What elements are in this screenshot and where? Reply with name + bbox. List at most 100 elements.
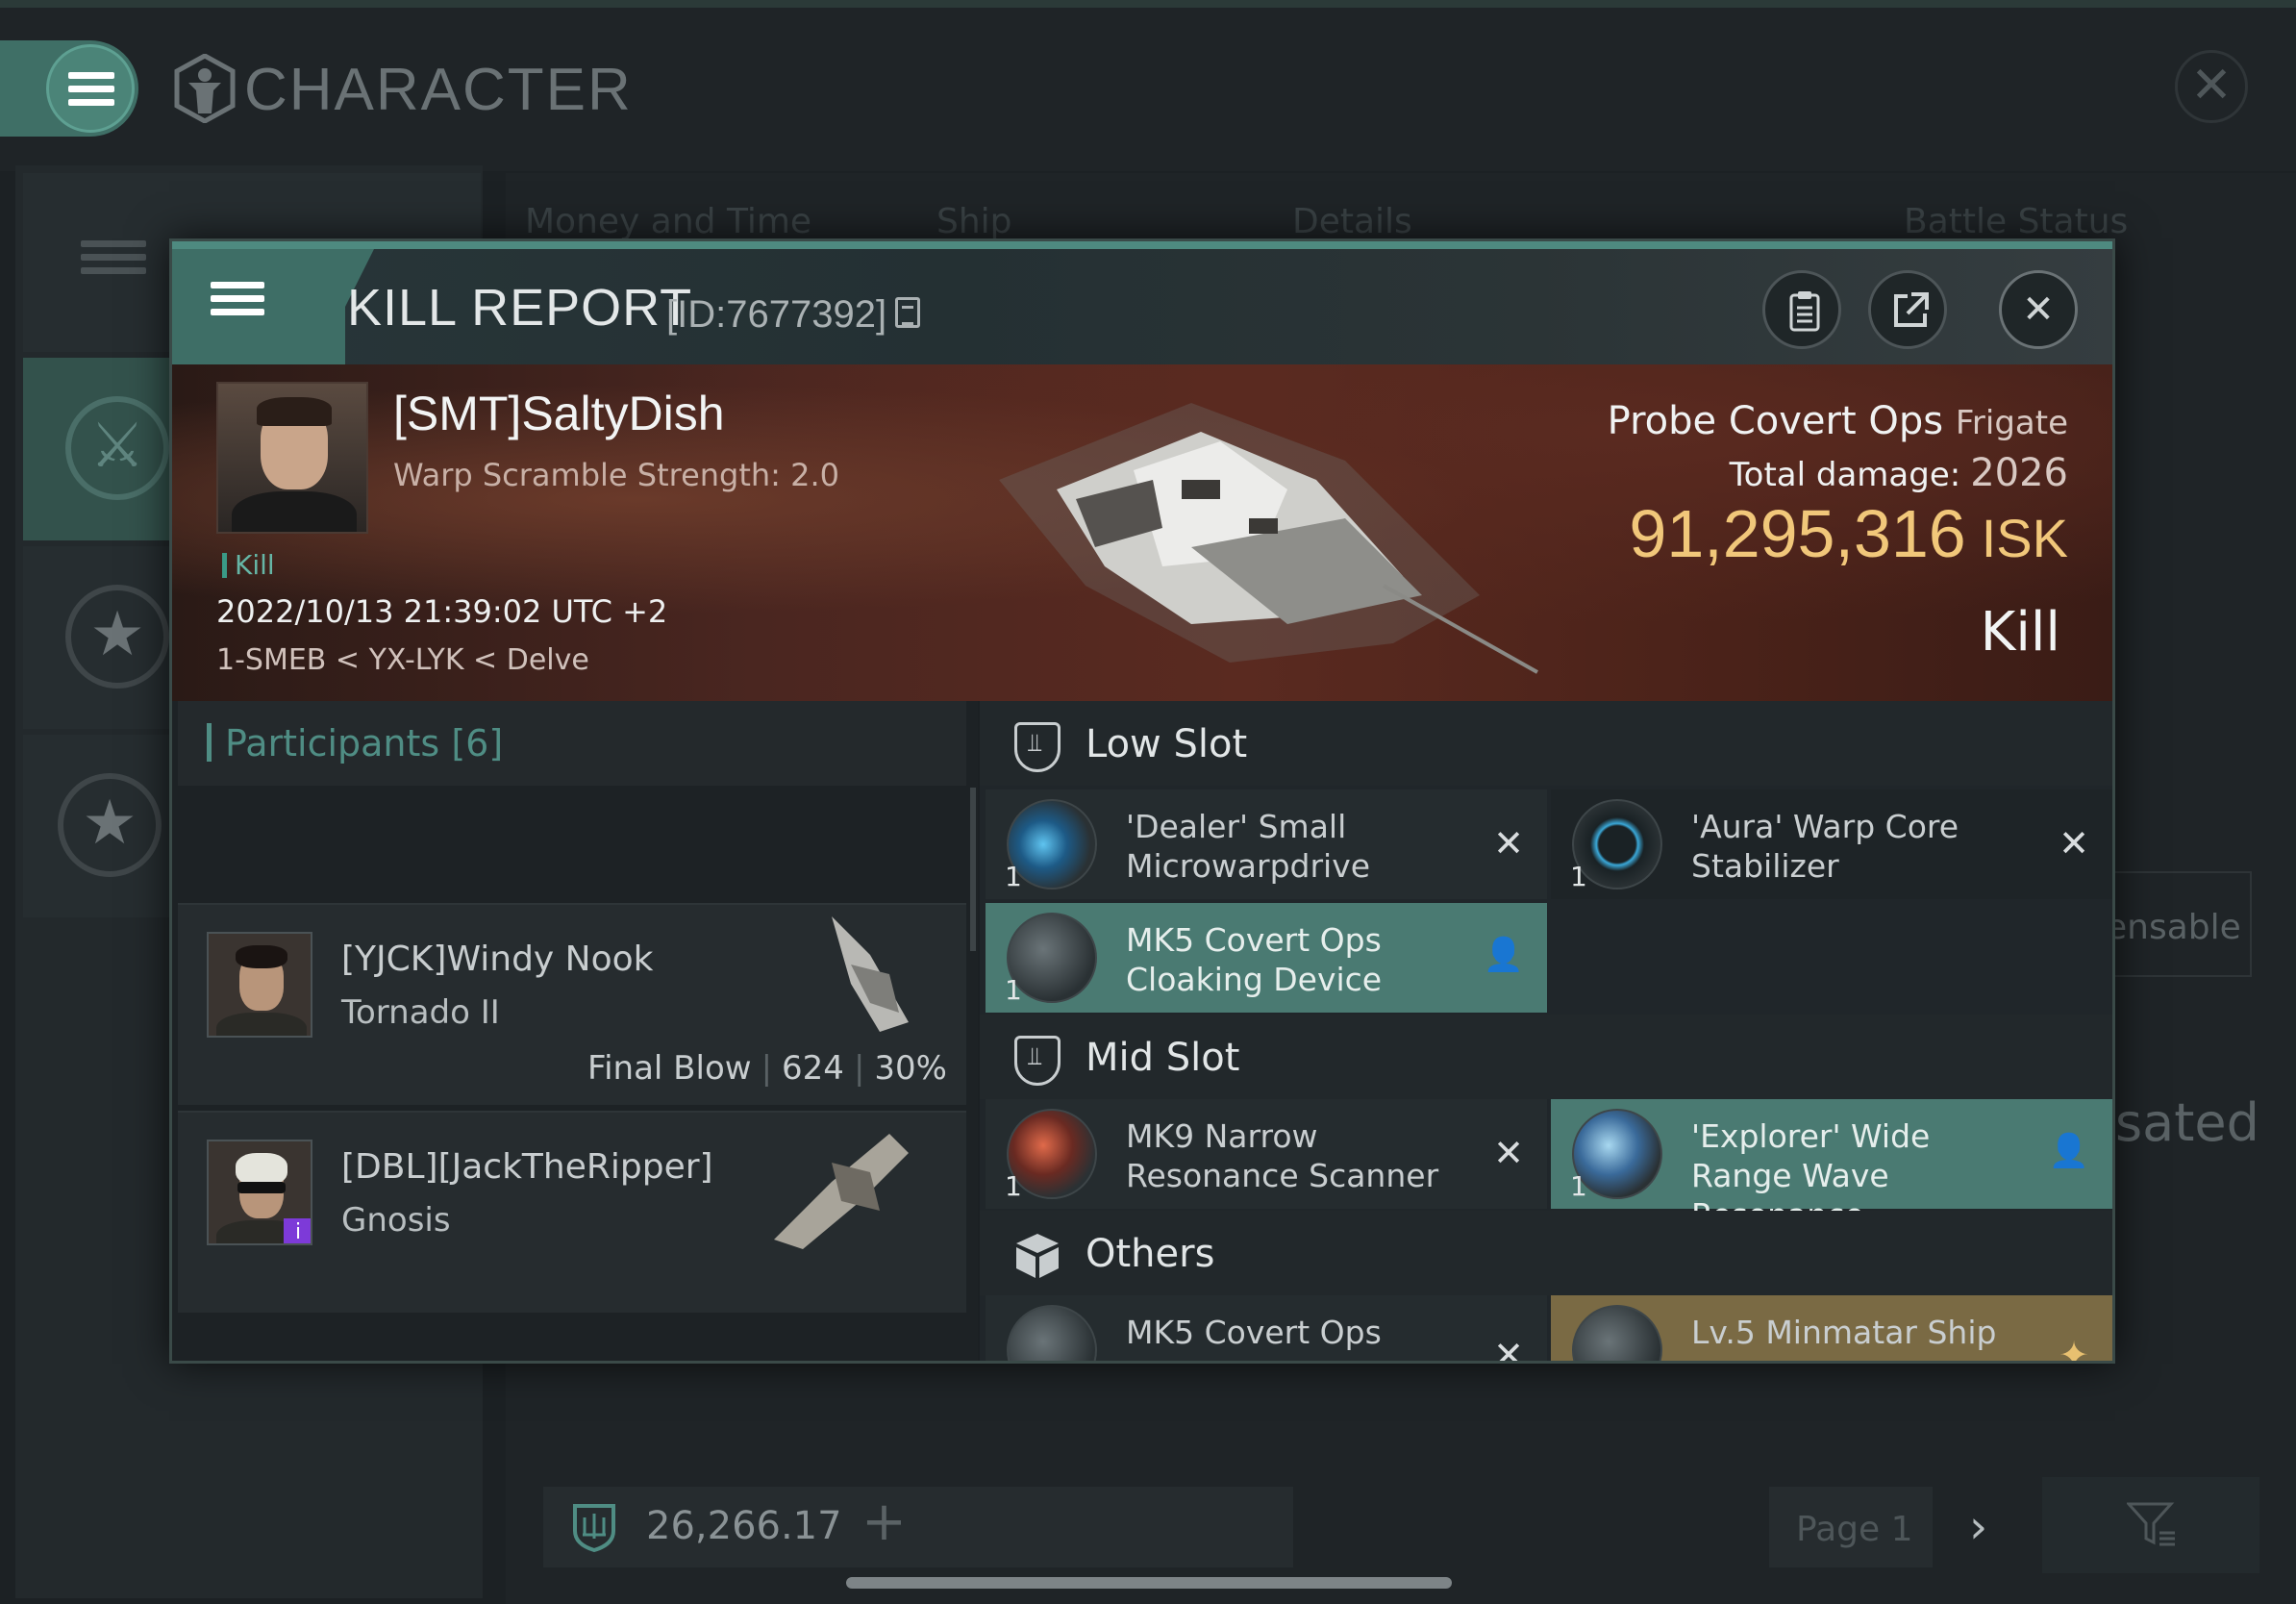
- victim-ship-image[interactable]: [941, 374, 1557, 682]
- module-quantity: 1: [1005, 1170, 1022, 1202]
- balance-value: 26,266.17: [646, 1504, 842, 1548]
- mid-slot-icon: [1014, 1036, 1061, 1086]
- isk-unit: ISK: [1981, 508, 2068, 568]
- slot-title: Mid Slot: [1086, 1036, 1240, 1080]
- total-damage-label: Total damage:: [1729, 456, 1961, 494]
- module-quantity: 1: [1005, 861, 1022, 892]
- app-close-button[interactable]: ✕: [2175, 50, 2248, 123]
- participants-header[interactable]: Participants [6]: [178, 701, 966, 786]
- total-damage-line: Total damage: 2026: [1730, 451, 2068, 495]
- top-status-strip: [0, 0, 2296, 8]
- module-quantity: 1: [1005, 974, 1022, 1006]
- participants-count: [6]: [451, 722, 504, 764]
- star-badge-icon: ★: [65, 585, 169, 689]
- module-quantity: 1: [1570, 1170, 1587, 1202]
- participant-name[interactable]: [YJCK]Windy Nook: [341, 940, 654, 979]
- kill-report-close-button[interactable]: ✕: [1999, 270, 2078, 349]
- victim-name[interactable]: [SMT]SaltyDish: [393, 386, 725, 441]
- victim-banner: [SMT]SaltyDish Warp Scramble Strength: 2…: [172, 364, 2112, 701]
- close-icon: ✕: [2190, 57, 2233, 114]
- list-icon: [81, 240, 146, 275]
- special-icon: ✦: [2059, 1334, 2089, 1364]
- kill-badge: Kill: [222, 549, 275, 581]
- victim-ship-class: Frigate: [1955, 404, 2068, 442]
- page-label: Page 1: [1796, 1510, 1913, 1549]
- participant-damage-percent: 30%: [874, 1049, 947, 1088]
- kill-location[interactable]: 1-SMEB < YX-LYK < Delve: [216, 643, 589, 677]
- victim-portrait[interactable]: [216, 382, 368, 534]
- tab-details[interactable]: Details: [1292, 202, 1412, 241]
- kill-report-header: KILL REPORT [ID:7677392] ✕: [172, 241, 2112, 364]
- skill-book-icon: [1572, 1305, 1662, 1361]
- person-icon: 👤: [1483, 936, 1524, 974]
- isk-value-line: 91,295,316 ISK: [1629, 495, 2068, 572]
- share-button[interactable]: [1868, 270, 1947, 349]
- participant-ship-image: [832, 916, 909, 1032]
- total-damage-value: 2026: [1970, 451, 2068, 495]
- shield-icon: [573, 1504, 615, 1552]
- filter-icon: [2127, 1502, 2175, 1546]
- module-item[interactable]: 1 'Dealer' Small Microwarpdrive ✕: [986, 789, 1547, 899]
- module-item[interactable]: 1 'Aura' Warp Core Stabilizer ✕: [1551, 789, 2112, 899]
- participant-avatar[interactable]: [207, 932, 312, 1038]
- crossed-swords-icon: ⚔: [65, 396, 169, 500]
- module-name: 'Aura' Warp Core Stabilizer: [1691, 808, 1959, 885]
- slot-header-others: Others: [980, 1211, 2112, 1295]
- module-item[interactable]: Lv.5 Minmatar Ship ✦: [1551, 1295, 2112, 1364]
- slot-header-low: Low Slot: [980, 701, 2112, 786]
- module-item[interactable]: 1 'Explorer' Wide Range Wave Resonance..…: [1551, 1099, 2112, 1234]
- slot-title: Low Slot: [1086, 722, 1248, 766]
- participant-row[interactable]: [YJCK]Windy Nook Tornado II Final Blow | 6…: [178, 903, 966, 1105]
- slot-header-mid: Mid Slot: [980, 1015, 2112, 1099]
- kill-report-modal: KILL REPORT [ID:7677392] ✕ [SMT]SaltyDis…: [169, 238, 2115, 1364]
- participant-stats: Final Blow | 624 | 30%: [587, 1049, 947, 1088]
- victim-ship-name[interactable]: Probe Covert Ops: [1608, 399, 1943, 443]
- tab-ship[interactable]: Ship: [936, 202, 1012, 241]
- hamburger-icon: [211, 282, 264, 316]
- participant-row[interactable]: i [DBL][JackTheRipper] Gnosis: [178, 1111, 966, 1313]
- kill-report-title: KILL REPORT: [347, 279, 693, 337]
- participant-ship: Tornado II: [341, 993, 500, 1032]
- copy-icon[interactable]: [895, 297, 920, 328]
- slot-title: Others: [1086, 1232, 1215, 1276]
- share-icon: [1894, 292, 1929, 327]
- tab-money-and-time[interactable]: Money and Time: [525, 202, 811, 241]
- module-name: 'Dealer' Small Microwarpdrive: [1126, 808, 1371, 885]
- module-name: MK5 Covert Ops: [1126, 1314, 1382, 1351]
- plus-icon: +: [861, 1491, 907, 1553]
- main-menu-button-circle: [46, 44, 135, 133]
- filter-button[interactable]: [2042, 1477, 2259, 1573]
- victim-subtitle: Warp Scramble Strength: 2.0: [393, 457, 840, 493]
- module-name: MK9 Narrow Resonance Scanner: [1126, 1117, 1439, 1194]
- clipboard-button[interactable]: [1762, 270, 1841, 349]
- kill-report-id: [ID:7677392]: [666, 293, 887, 336]
- home-indicator: [846, 1577, 1452, 1589]
- participants-scrollbar[interactable]: [970, 788, 976, 951]
- low-slot-icon: [1014, 722, 1061, 772]
- participant-avatar[interactable]: i: [207, 1140, 312, 1245]
- person-icon: 👤: [2048, 1132, 2089, 1170]
- kill-result: Kill: [1980, 601, 2060, 664]
- clipboard-icon: [1789, 291, 1820, 332]
- close-icon: ✕: [2059, 822, 2089, 865]
- main-menu-button[interactable]: [0, 40, 138, 137]
- close-icon: ✕: [1493, 1132, 1524, 1174]
- participants-panel: Participants [6] [YJCK]Windy Nook Tornad…: [172, 701, 978, 1361]
- close-icon: ✕: [2022, 288, 2055, 332]
- star-ring-icon: ★: [58, 773, 162, 877]
- participant-name[interactable]: [DBL][JackTheRipper]: [341, 1147, 713, 1187]
- tab-battle-status[interactable]: Battle Status: [1904, 202, 2128, 241]
- close-icon: ✕: [1493, 822, 1524, 865]
- background-text: sated: [2115, 1092, 2259, 1153]
- participants-label: Participants: [225, 722, 440, 764]
- participants-title: Participants [6]: [207, 722, 503, 764]
- module-item[interactable]: 1 MK9 Narrow Resonance Scanner ✕: [986, 1099, 1547, 1209]
- add-button[interactable]: +: [861, 1491, 915, 1558]
- victim-ship-line: Probe Covert Ops Frigate: [1608, 399, 2068, 443]
- hamburger-icon: [68, 72, 114, 107]
- module-item[interactable]: 1 MK5 Covert Ops Cloaking Device 👤: [986, 903, 1547, 1013]
- next-page-button[interactable]: ›: [1969, 1500, 1987, 1554]
- participant-ship: Gnosis: [341, 1201, 451, 1240]
- final-blow-label: Final Blow: [587, 1049, 752, 1088]
- module-item[interactable]: MK5 Covert Ops ✕: [986, 1295, 1547, 1361]
